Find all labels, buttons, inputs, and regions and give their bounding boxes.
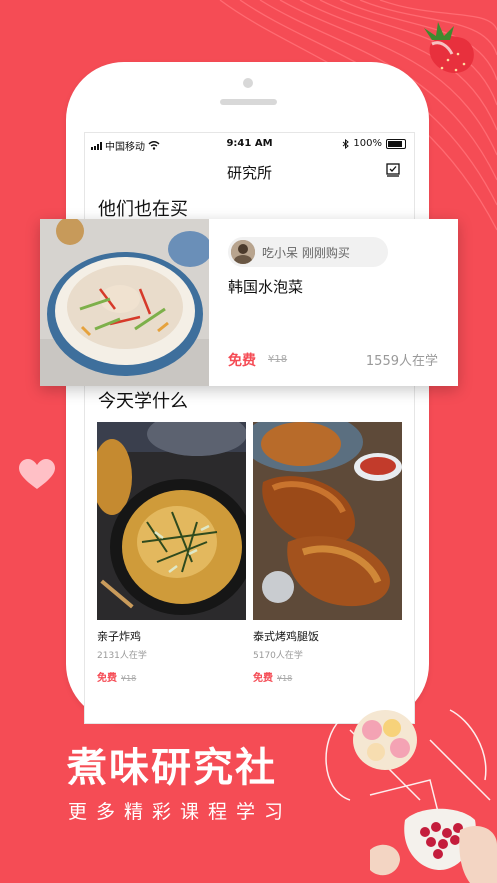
price-original: ¥18 [277, 674, 293, 683]
nav-bar: 研究所 [85, 155, 414, 185]
course-image [253, 422, 402, 620]
course-card[interactable]: 亲子炸鸡 2131人在学 免费 ¥18 [97, 422, 246, 685]
purchase-card[interactable]: 吃小呆 刚刚购买 韩国水泡菜 免费 ¥18 1559人在学 [40, 219, 458, 386]
buyer-action: 刚刚购买 [301, 246, 350, 260]
strawberry-icon [424, 22, 474, 73]
avatar [231, 240, 255, 264]
price-free: 免费 [253, 673, 273, 684]
section-heading-purchases: 他们也在买 [98, 199, 188, 220]
bluetooth-icon [343, 138, 350, 149]
price-free: 免费 [97, 673, 117, 684]
buyer-name: 吃小呆 [262, 246, 299, 260]
brand-title: 煮味研究社 [67, 745, 277, 791]
course-learners: 5170人在学 [253, 651, 303, 661]
checklist-icon[interactable] [386, 163, 400, 177]
course-card[interactable]: 泰式烤鸡腿饭 5170人在学 免费 ¥18 [253, 422, 402, 685]
dish-title: 韩国水泡菜 [228, 278, 304, 296]
price-original: ¥18 [121, 674, 137, 683]
bowl-illustration [325, 709, 497, 883]
brand-tagline: 更多精彩课程学习 [68, 801, 293, 823]
course-image [97, 422, 246, 620]
heart-icon [19, 459, 55, 489]
dish-image [40, 219, 209, 386]
course-title: 亲子炸鸡 [97, 630, 141, 643]
course-title: 泰式烤鸡腿饭 [253, 630, 319, 643]
phone-speaker [220, 99, 277, 105]
section-heading-today: 今天学什么 [98, 391, 188, 412]
course-learners: 2131人在学 [97, 651, 147, 661]
price-original: ¥18 [268, 354, 288, 365]
price-free: 免费 [228, 353, 256, 369]
learner-count: 1559人在学 [365, 354, 438, 369]
page-title: 研究所 [226, 164, 272, 182]
battery-icon [386, 138, 406, 149]
status-bar: 中国移动 9:41 AM 100% [85, 133, 414, 155]
buyer-badge: 吃小呆 刚刚购买 [228, 237, 388, 267]
phone-camera [243, 78, 253, 88]
battery-label: 100% [353, 138, 382, 149]
